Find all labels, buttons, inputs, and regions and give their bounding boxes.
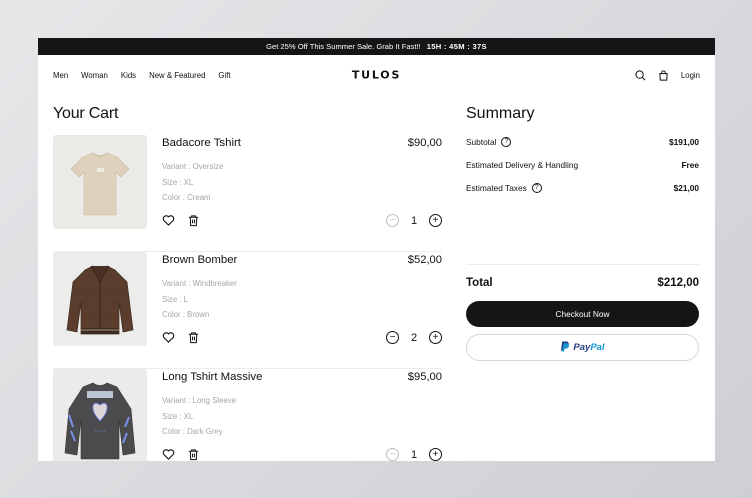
promo-banner: Get 25% Off This Summer Sale. Grab It Fa… <box>38 38 715 55</box>
help-icon[interactable]: ? <box>501 136 512 147</box>
checkout-button[interactable]: Checkout Now <box>466 301 699 327</box>
product-color: Color : Brown <box>162 310 210 319</box>
heart-icon[interactable] <box>162 214 175 227</box>
quantity-value: 1 <box>410 214 418 227</box>
product-image[interactable] <box>53 135 147 229</box>
product-color: Color : Cream <box>162 193 211 202</box>
cart-item: Brown Bomber $52,00 Variant : Windbreake… <box>53 252 442 369</box>
product-price: $52,00 <box>407 254 442 266</box>
increase-button[interactable]: + <box>429 448 442 461</box>
trash-icon[interactable] <box>187 331 200 344</box>
top-nav: Men Woman Kids New & Featured Gift TULOS… <box>38 55 715 95</box>
nav-link-men[interactable]: Men <box>53 71 68 80</box>
delivery-label: Estimated Delivery & Handling <box>466 159 579 170</box>
subtotal-row: Subtotal ? $191,00 <box>466 130 699 153</box>
quantity-stepper: − 2 + <box>386 331 442 344</box>
brand-logo[interactable]: TULOS <box>352 69 401 82</box>
product-variant: Variant : Windbreaker <box>162 279 237 288</box>
total-block: Total $212,00 Checkout Now PayPal <box>466 264 699 361</box>
product-meta: Variant : Oversize Size : XL Color : Cre… <box>162 159 223 206</box>
quantity-value: 1 <box>410 448 418 461</box>
nav-link-woman[interactable]: Woman <box>81 71 108 80</box>
product-size: Size : XL <box>162 411 194 421</box>
nav-link-kids[interactable]: Kids <box>121 71 136 80</box>
product-color: Color : Dark Grey <box>162 427 223 436</box>
trash-icon[interactable] <box>187 214 200 227</box>
cart-item: Badacore Tshirt $90,00 Variant : Oversiz… <box>53 135 442 252</box>
taxes-label: Estimated Taxes <box>466 182 527 193</box>
taxes-row: Estimated Taxes ? $21,00 <box>466 176 699 199</box>
product-name[interactable]: Long Tshirt Massive <box>162 371 262 383</box>
paypal-logo: PayPal <box>573 342 604 353</box>
product-name[interactable]: Brown Bomber <box>162 254 237 266</box>
product-price: $95,00 <box>407 371 442 383</box>
page-title: Your Cart <box>53 105 119 122</box>
paypal-button[interactable]: PayPal <box>466 334 699 361</box>
product-meta: Variant : Long Sleeve Size : XL Color : … <box>162 393 236 440</box>
svg-text:~~~: ~~~ <box>94 429 107 435</box>
item-actions <box>162 448 200 461</box>
trash-icon[interactable] <box>187 448 200 461</box>
quantity-value: 2 <box>410 331 418 344</box>
subtotal-value: $191,00 <box>669 136 699 147</box>
total-value: $212,00 <box>657 277 699 289</box>
help-icon[interactable]: ? <box>531 182 542 193</box>
product-price: $90,00 <box>407 137 442 149</box>
paypal-pal-text: Pal <box>590 342 605 353</box>
nav-actions: Login <box>635 69 700 81</box>
product-image[interactable] <box>53 252 147 346</box>
total-row: Total $212,00 <box>466 277 699 289</box>
decrease-button[interactable]: − <box>386 448 399 461</box>
cart-section: Your Cart Badacore Tshirt $90,00 Variant… <box>53 105 442 461</box>
paypal-icon <box>560 339 570 357</box>
product-image[interactable]: ~~~ <box>53 369 147 461</box>
decrease-button[interactable]: − <box>386 331 399 344</box>
nav-link-new-featured[interactable]: New & Featured <box>149 71 205 80</box>
nav-link-gift[interactable]: Gift <box>218 71 230 80</box>
login-link[interactable]: Login <box>681 71 700 80</box>
promo-timer: 15H : 45M : 37S <box>426 42 487 51</box>
bag-icon[interactable] <box>658 69 669 81</box>
increase-button[interactable]: + <box>429 214 442 227</box>
summary-title: Summary <box>466 105 535 122</box>
product-size: Size : XL <box>162 177 194 187</box>
decrease-button[interactable]: − <box>386 214 399 227</box>
item-actions <box>162 214 200 227</box>
quantity-stepper: − 1 + <box>386 448 442 461</box>
nav-links: Men Woman Kids New & Featured Gift <box>53 71 231 80</box>
increase-button[interactable]: + <box>429 331 442 344</box>
product-meta: Variant : Windbreaker Size : L Color : B… <box>162 276 237 323</box>
heart-icon[interactable] <box>162 448 175 461</box>
total-label: Total <box>466 277 493 289</box>
taxes-value: $21,00 <box>673 182 699 193</box>
promo-text: Get 25% Off This Summer Sale. Grab It Fa… <box>266 42 421 51</box>
summary-panel: Summary Subtotal ? $191,00 Estimated Del… <box>466 105 699 361</box>
cart-item: ~~~ Long Tshirt Massive $95,00 Variant :… <box>53 369 442 461</box>
quantity-stepper: − 1 + <box>386 214 442 227</box>
paypal-pay-text: Pay <box>573 342 591 353</box>
item-actions <box>162 331 200 344</box>
search-icon[interactable] <box>635 69 646 81</box>
subtotal-label: Subtotal <box>466 136 497 147</box>
product-name[interactable]: Badacore Tshirt <box>162 137 241 149</box>
delivery-value: Free <box>681 159 699 170</box>
product-variant: Variant : Long Sleeve <box>162 396 236 405</box>
delivery-row: Estimated Delivery & Handling Free <box>466 153 699 176</box>
cart-items: Badacore Tshirt $90,00 Variant : Oversiz… <box>53 135 442 461</box>
page-frame: Get 25% Off This Summer Sale. Grab It Fa… <box>38 38 715 461</box>
product-variant: Variant : Oversize <box>162 162 224 171</box>
product-size: Size : L <box>162 294 189 304</box>
heart-icon[interactable] <box>162 331 175 344</box>
